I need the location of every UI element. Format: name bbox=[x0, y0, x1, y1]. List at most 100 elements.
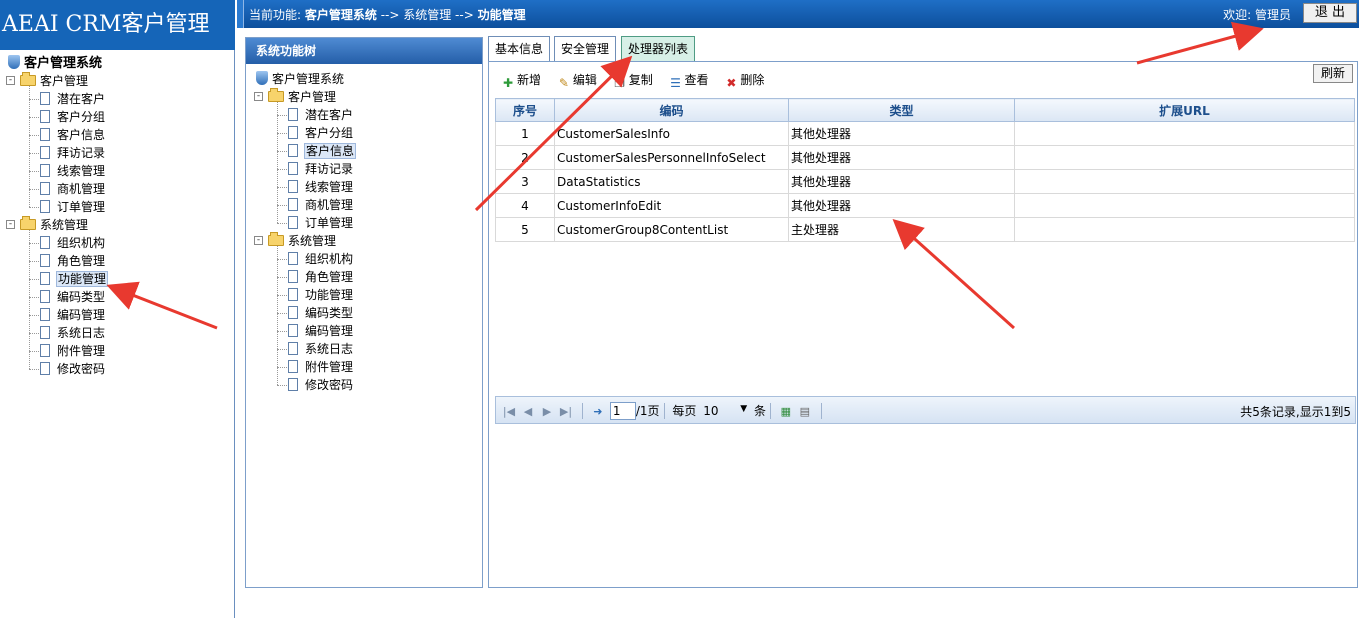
tree-item[interactable]: 拜访记录 bbox=[288, 160, 354, 178]
row-index-cell: 3 bbox=[495, 169, 555, 194]
tree-item[interactable]: 拜访记录 bbox=[40, 144, 106, 162]
toolbar: ✚ 新增 ✎ 编辑 ❐ 复制 ☰ 查看 ✖ 删除 bbox=[501, 71, 776, 90]
tree-item[interactable]: 客户信息 bbox=[40, 126, 106, 144]
tree-item[interactable]: 附件管理 bbox=[40, 342, 106, 360]
table-row[interactable]: 3 DataStatistics 其他处理器 bbox=[495, 169, 1355, 194]
tree-item[interactable]: 商机管理 bbox=[288, 196, 354, 214]
tree-item-label: 编码管理 bbox=[305, 324, 354, 338]
tree-item[interactable]: 潜在客户 bbox=[40, 90, 106, 108]
view-button[interactable]: ☰ 查看 bbox=[669, 71, 708, 90]
document-icon bbox=[40, 236, 50, 249]
tree-connector bbox=[277, 385, 287, 386]
document-icon bbox=[288, 342, 298, 355]
column-header-url[interactable]: 扩展URL bbox=[1014, 98, 1355, 122]
collapse-handle[interactable] bbox=[237, 0, 244, 28]
delete-button[interactable]: ✖ 删除 bbox=[724, 71, 764, 90]
prev-page-icon[interactable]: ◀ bbox=[521, 405, 535, 418]
tree-item[interactable]: 商机管理 bbox=[40, 180, 106, 198]
tree-connector bbox=[29, 351, 39, 352]
per-page-select[interactable]: 10 ▼ bbox=[703, 404, 747, 418]
tree-item[interactable]: 附件管理 bbox=[288, 358, 354, 376]
pager-divider bbox=[663, 403, 665, 419]
tree-root[interactable]: 客户管理系统 bbox=[256, 70, 345, 88]
refresh-button[interactable]: 刷新 bbox=[1313, 64, 1353, 83]
tree-group-1[interactable]: 客户管理 bbox=[268, 88, 337, 106]
collapse-toggle[interactable]: - bbox=[254, 92, 263, 101]
document-icon bbox=[288, 360, 298, 373]
tree-item[interactable]: 修改密码 bbox=[40, 360, 106, 378]
tree-item-label: 客户信息 bbox=[304, 143, 357, 159]
tree-group-2[interactable]: 系统管理 bbox=[20, 216, 89, 234]
tree-item-label: 系统日志 bbox=[57, 326, 106, 340]
logout-button[interactable]: 退 出 bbox=[1303, 3, 1357, 23]
excel-export-icon[interactable]: ▦ bbox=[779, 405, 793, 418]
tree-item[interactable]: 线索管理 bbox=[40, 162, 106, 180]
tree-group-label: 系统管理 bbox=[288, 234, 337, 248]
tree-item[interactable]: 功能管理 bbox=[288, 286, 354, 304]
document-icon bbox=[40, 146, 50, 159]
tree-item[interactable]: 角色管理 bbox=[288, 268, 354, 286]
pager-divider bbox=[820, 403, 822, 419]
tree-item[interactable]: 客户分组 bbox=[288, 124, 354, 142]
tab-basic-info[interactable]: 基本信息 bbox=[488, 36, 551, 62]
collapse-toggle[interactable]: - bbox=[6, 76, 15, 85]
copy-button[interactable]: ❐ 复制 bbox=[613, 71, 652, 90]
tree-item[interactable]: 编码管理 bbox=[40, 306, 106, 324]
document-export-icon[interactable]: ▤ bbox=[798, 405, 812, 418]
table-row[interactable]: 1 CustomerSalesInfo 其他处理器 bbox=[495, 121, 1355, 146]
column-header-type[interactable]: 类型 bbox=[788, 98, 1015, 122]
add-button[interactable]: ✚ 新增 bbox=[501, 71, 541, 90]
document-icon bbox=[40, 254, 50, 267]
tree-connector bbox=[29, 369, 39, 370]
per-page-value: 10 bbox=[703, 404, 719, 418]
collapse-toggle[interactable]: - bbox=[254, 236, 263, 245]
tree-item[interactable]: 编码类型 bbox=[288, 304, 354, 322]
tree-connector bbox=[277, 331, 287, 332]
next-page-icon[interactable]: ▶ bbox=[540, 405, 554, 418]
column-header-code[interactable]: 编码 bbox=[554, 98, 789, 122]
tree-item[interactable]: 组织机构 bbox=[40, 234, 106, 252]
collapse-toggle[interactable]: - bbox=[6, 220, 15, 229]
table-row[interactable]: 4 CustomerInfoEdit 其他处理器 bbox=[495, 193, 1355, 218]
tree-item[interactable]: 线索管理 bbox=[288, 178, 354, 196]
tree-item[interactable]: 客户分组 bbox=[40, 108, 106, 126]
tree-item[interactable]: 编码管理 bbox=[288, 322, 354, 340]
tree-item[interactable]: 客户信息 bbox=[288, 142, 357, 160]
tree-group-2[interactable]: 系统管理 bbox=[268, 232, 337, 250]
tree-item[interactable]: 功能管理 bbox=[40, 270, 109, 288]
tree-item[interactable]: 组织机构 bbox=[288, 250, 354, 268]
tree-item-label: 编码类型 bbox=[57, 290, 106, 304]
page-number-input[interactable] bbox=[609, 402, 636, 420]
document-icon bbox=[40, 164, 50, 177]
tree-root-label: 客户管理系统 bbox=[272, 72, 345, 86]
tree-item[interactable]: 系统日志 bbox=[288, 340, 354, 358]
tree-item[interactable]: 修改密码 bbox=[288, 376, 354, 394]
go-arrow-icon[interactable]: ➜ bbox=[591, 405, 605, 418]
tree-group-1[interactable]: 客户管理 bbox=[20, 72, 89, 90]
tab-handler-list[interactable]: 处理器列表 bbox=[621, 36, 696, 62]
tree-item[interactable]: 角色管理 bbox=[40, 252, 106, 270]
tree-item[interactable]: 订单管理 bbox=[288, 214, 354, 232]
breadcrumb-item-system: 客户管理系统 bbox=[304, 8, 377, 22]
tree-item[interactable]: 订单管理 bbox=[40, 198, 106, 216]
tree-item-label: 客户信息 bbox=[57, 128, 106, 142]
tree-connector bbox=[29, 297, 39, 298]
delete-label: 删除 bbox=[740, 73, 765, 87]
document-icon bbox=[40, 182, 50, 195]
row-code-cell: CustomerInfoEdit bbox=[554, 193, 789, 218]
tree-item-label: 组织机构 bbox=[57, 236, 106, 250]
tree-item[interactable]: 编码类型 bbox=[40, 288, 106, 306]
tab-security[interactable]: 安全管理 bbox=[554, 36, 617, 62]
tree-item[interactable]: 系统日志 bbox=[40, 324, 106, 342]
column-header-index[interactable]: 序号 bbox=[495, 98, 555, 122]
edit-button[interactable]: ✎ 编辑 bbox=[557, 71, 597, 90]
tree-item-label: 拜访记录 bbox=[57, 146, 106, 160]
last-page-icon[interactable]: ▶| bbox=[559, 405, 573, 418]
tree-root[interactable]: 客户管理系统 bbox=[8, 54, 103, 72]
table-row[interactable]: 5 CustomerGroup8ContentList 主处理器 bbox=[495, 217, 1355, 242]
table-row[interactable]: 2 CustomerSalesPersonnelInfoSelect 其他处理器 bbox=[495, 145, 1355, 170]
tree-item[interactable]: 潜在客户 bbox=[288, 106, 354, 124]
tree-item-label: 修改密码 bbox=[57, 362, 106, 376]
first-page-icon[interactable]: |◀ bbox=[502, 405, 516, 418]
tree-connector bbox=[29, 86, 30, 207]
